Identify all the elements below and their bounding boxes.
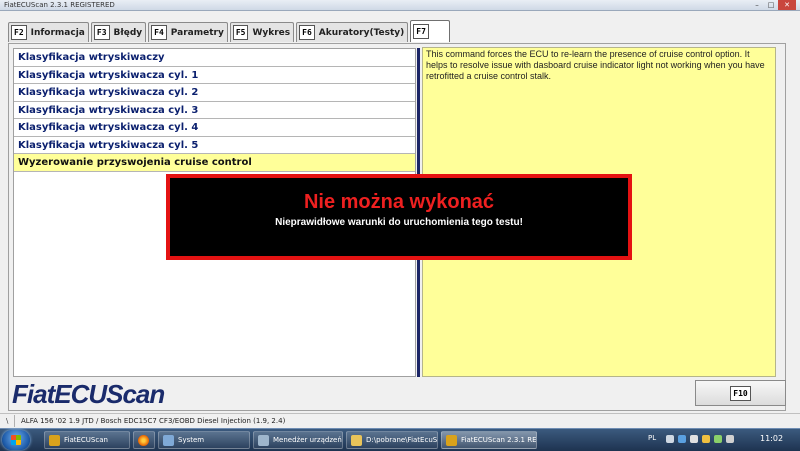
taskbar-item-label: D:\pobrane\FiatEcuS... — [366, 436, 438, 444]
taskbar-item-fiatecuscan-active[interactable]: FiatECUScan 2.3.1 RE... — [441, 431, 537, 449]
close-button[interactable]: ✕ — [778, 0, 796, 10]
taskbar-item-label: Menedżer urządzeń — [273, 436, 342, 444]
tab-parametry[interactable]: F4 Parametry — [148, 22, 228, 42]
fiatecuscan-icon — [446, 434, 457, 446]
taskbar-item-system[interactable]: System — [158, 431, 250, 449]
taskbar-item-fiatecuscan[interactable]: FiatECUScan — [44, 431, 130, 449]
tab-key: F5 — [232, 25, 249, 40]
tab-bledy[interactable]: F3 Błędy — [90, 22, 147, 42]
language-indicator[interactable]: PL — [648, 434, 656, 442]
tab-label: Wykres — [252, 27, 291, 38]
battery-icon[interactable] — [714, 435, 722, 443]
tab-key: F2 — [11, 25, 27, 40]
list-item[interactable]: Klasyfikacja wtryskiwacza cyl. 2 — [14, 84, 415, 102]
list-item-selected[interactable]: Wyzerowanie przyswojenia cruise control — [14, 154, 415, 172]
device-manager-icon — [258, 434, 269, 446]
window-controls: – □ ✕ — [750, 0, 796, 10]
taskbar-item-label: System — [178, 436, 205, 444]
taskbar-item-label: FiatECUScan 2.3.1 RE... — [461, 436, 537, 444]
error-message: Nieprawidłowe warunki do uruchomienia te… — [275, 217, 523, 228]
network-icon[interactable] — [678, 435, 686, 443]
list-item[interactable]: Klasyfikacja wtryskiwacza cyl. 4 — [14, 119, 415, 137]
volume-icon[interactable] — [726, 435, 734, 443]
tab-informacja[interactable]: F2 Informacja — [8, 22, 89, 42]
system-icon — [163, 434, 174, 446]
error-title: Nie można wykonać — [303, 191, 495, 213]
notification-icon[interactable] — [702, 435, 710, 443]
tab-key: F3 — [93, 25, 110, 40]
tab-label: Akuratory(Testy) — [318, 27, 405, 38]
clock[interactable]: 11:02 — [760, 434, 783, 443]
tab-label: Informacja — [30, 27, 85, 38]
tray-expand-icon[interactable] — [666, 435, 674, 443]
bluetooth-icon[interactable] — [690, 435, 698, 443]
tab-akuratory[interactable]: F6 Akuratory(Testy) — [296, 22, 409, 42]
tab-key: F6 — [299, 25, 315, 40]
maximize-button[interactable]: □ — [764, 0, 778, 10]
windows-logo-icon — [11, 435, 21, 445]
tab-key: F4 — [151, 25, 167, 40]
app-logo: FiatECUScan — [12, 379, 165, 409]
list-item[interactable]: Klasyfikacja wtryskiwacza cyl. 1 — [14, 67, 415, 84]
list-item[interactable]: Klasyfikacja wtryskiwacza cyl. 5 — [14, 137, 415, 154]
error-dialog[interactable]: Nie można wykonać Nieprawidłowe warunki … — [166, 174, 632, 260]
minimize-button[interactable]: – — [750, 0, 764, 10]
f10-key: F10 — [730, 385, 751, 401]
status-bar: \ ALFA 156 '02 1.9 JTD / Bosch EDC15C7 C… — [0, 413, 800, 429]
status-indicator: \ — [6, 417, 9, 425]
taskbar-item-label: FiatECUScan — [64, 436, 108, 444]
tab-label: Błędy — [113, 27, 143, 38]
list-item[interactable]: Klasyfikacja wtryskiwaczy — [14, 49, 415, 67]
tab-wykres[interactable]: F5 Wykres — [229, 22, 295, 42]
taskbar-item-device-manager[interactable]: Menedżer urządzeń — [253, 431, 343, 449]
tab-key: F7 — [413, 24, 429, 39]
window-title: FiatECUScan 2.3.1 REGISTERED — [4, 1, 115, 9]
f10-button[interactable]: F10 — [695, 380, 786, 406]
fiatecuscan-icon — [49, 434, 60, 446]
title-bar: FiatECUScan 2.3.1 REGISTERED – □ ✕ — [0, 0, 800, 11]
taskbar: FiatECUScan System Menedżer urządzeń D:\… — [0, 428, 800, 451]
tab-bar: F2 Informacja F3 Błędy F4 Parametry F5 W… — [8, 20, 452, 43]
tab-f7[interactable]: F7 — [410, 20, 450, 42]
system-tray: PL 11:02 — [640, 429, 800, 451]
explorer-icon — [351, 434, 362, 446]
taskbar-item-firefox[interactable] — [133, 431, 155, 449]
vehicle-info: ALFA 156 '02 1.9 JTD / Bosch EDC15C7 CF3… — [14, 415, 291, 427]
firefox-icon — [138, 434, 149, 446]
tab-label: Parametry — [170, 27, 224, 38]
list-item[interactable]: Klasyfikacja wtryskiwacza cyl. 3 — [14, 102, 415, 119]
start-button[interactable] — [2, 430, 30, 450]
taskbar-item-explorer[interactable]: D:\pobrane\FiatEcuS... — [346, 431, 438, 449]
